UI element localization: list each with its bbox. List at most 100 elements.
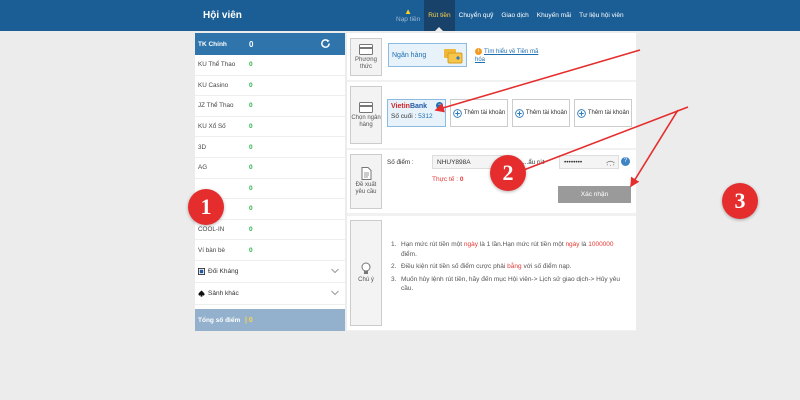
wallet-label: KU Casino [198, 81, 229, 89]
add-account-button[interactable]: Thêm tài khoản [574, 99, 632, 127]
request-side-label: Đề xuất yêu cầu [355, 182, 377, 195]
notes-side: Chú ý [350, 220, 382, 326]
lightbulb-icon [361, 262, 371, 274]
note-text: Muốn hủy lệnh rút tiền, hãy đến mục Hội … [401, 275, 620, 293]
wallet-value: 0 [249, 226, 253, 234]
warning-icon: ▲ [404, 7, 413, 16]
bank-method-button[interactable]: Ngân hàng [388, 43, 467, 67]
help-icon[interactable]: ? [621, 157, 630, 166]
arrow-to-confirm [630, 109, 679, 188]
note-number: 2. [391, 263, 397, 270]
wallet-sidebar: TK Chính 0 KU Thể Thao 0 KU Casino 0 JZ Th… [195, 33, 345, 331]
wallet-label: KU Thể Thao [198, 61, 236, 69]
note-number: 1. [391, 241, 397, 248]
wallet-row[interactable]: JZ Thể Thao 0 [195, 96, 345, 117]
wallet-label: KU Xổ Số [198, 123, 226, 131]
tab-transfer-label: Chuyển quỹ [458, 12, 494, 19]
tab-transfer[interactable]: Chuyển quỹ [455, 0, 498, 31]
wallet-row[interactable]: Ví bàn bè 0 [195, 240, 345, 261]
wallet-icon [444, 49, 463, 64]
tab-deposit-label: Nạp tiền [396, 16, 421, 23]
note-item: 3. Muốn hủy lệnh rút tiền, hãy đến mục H… [391, 275, 631, 294]
bank-select-side: Chọn ngân hàng [350, 86, 382, 144]
wallet-row[interactable]: KU Thể Thao 0 [195, 55, 345, 76]
notes-list: 1. Hạn mức rút tiền một ngày là 1 lần.Hạ… [391, 240, 631, 297]
tab-member-profile-label: Tư liệu hội viên [579, 12, 624, 19]
method-side-label: Phương thức [355, 56, 377, 70]
request-side: Đề xuất yêu cầu [350, 154, 382, 209]
bank-select-side-label: Chọn ngân hàng [351, 114, 381, 128]
main-account-row: TK Chính 0 [195, 33, 345, 55]
document-icon [361, 167, 371, 180]
chevron-down-icon[interactable] [331, 268, 339, 274]
add-account-button[interactable]: Thêm tài khoản [512, 99, 570, 127]
real-amount-label: Thực tế : [432, 176, 459, 183]
note-text: Điều kiện rút tiền số điểm cược phải bằn… [401, 263, 572, 270]
group-versus-label: Đối Kháng [208, 267, 239, 275]
tab-member-profile[interactable]: Tư liệu hội viên [575, 0, 627, 31]
wallet-row[interactable]: KU Xổ Số 0 [195, 117, 345, 138]
add-account-button[interactable]: Thêm tài khoản [450, 99, 508, 127]
total-points-value: | 0 [245, 316, 253, 324]
confirm-button[interactable]: Xác nhận [558, 186, 631, 203]
total-points-row: Tổng số điểm | 0 [195, 309, 345, 331]
wallet-value: 0 [249, 102, 253, 110]
account-tail: Số cuối : 5312 [391, 113, 433, 120]
password-label: ...ẩu rút [523, 159, 545, 166]
note-item: 2. Điều kiện rút tiền số điểm cược phải … [391, 262, 631, 272]
withdraw-password-input[interactable]: •••••••• [559, 155, 619, 169]
note-item: 1. Hạn mức rút tiền một ngày là 1 lần.Hạ… [391, 240, 631, 259]
tab-withdraw[interactable]: Rút tiền [424, 0, 455, 31]
step-marker-2: 2 [490, 155, 526, 191]
wallet-label: 3D [198, 143, 207, 151]
group-other-lobby[interactable]: Sảnh khác [195, 283, 345, 305]
bank-method-label: Ngân hàng [392, 51, 427, 59]
wallet-value: 0 [249, 81, 253, 89]
group-versus[interactable]: Đối Kháng [195, 261, 345, 283]
wallet-row[interactable]: AG 0 [195, 158, 345, 179]
wallet-row[interactable]: COOL-IN 0 [195, 220, 345, 241]
real-amount: Thực tế : 0 [432, 176, 463, 183]
wallet-label: COOL-IN [198, 226, 225, 234]
top-bar: Hội viên ▲ Nạp tiền Rút tiền Chuyển quỹ … [0, 0, 800, 31]
refresh-icon[interactable] [320, 38, 331, 49]
method-section: Phương thức Ngân hàng i Tìm hiểu về Tiền … [347, 33, 636, 80]
chevron-down-icon[interactable] [331, 290, 339, 296]
info-icon: i [475, 48, 482, 55]
wallet-value: 0 [249, 123, 253, 131]
crypto-info-link[interactable]: i Tìm hiểu về Tiền mã hóa [475, 48, 545, 64]
page-title: Hội viên [203, 10, 242, 21]
vietinbank-logo: VietinBank [391, 103, 428, 110]
points-label: Số điểm : [387, 159, 414, 166]
method-side: Phương thức [350, 38, 382, 76]
wallet-row[interactable]: 3D 0 [195, 137, 345, 158]
real-amount-value: 0 [459, 176, 464, 183]
tab-promotions-label: Khuyến mãi [536, 12, 572, 19]
selected-bank-card[interactable]: VietinBank Số cuối : 5312 − [387, 99, 446, 127]
add-account-label: Thêm tài khoản [463, 110, 506, 116]
note-number: 3. [391, 275, 397, 283]
crypto-info-label: Tìm hiểu về Tiền mã hóa [475, 49, 539, 63]
wallet-row[interactable]: KU Casino 0 [195, 76, 345, 97]
spade-icon [198, 290, 205, 297]
add-account-label: Thêm tài khoản [525, 110, 568, 116]
wallet-value: 0 [249, 143, 253, 151]
add-account-label: Thêm tài khoản [587, 110, 630, 116]
main-account-value: 0 [249, 39, 254, 49]
tab-withdraw-label: Rút tiền [428, 12, 451, 19]
tab-deposit[interactable]: ▲ Nạp tiền [392, 0, 424, 31]
wallet-value: 0 [249, 184, 253, 192]
plus-icon [576, 108, 586, 118]
tab-transactions[interactable]: Giao dịch [497, 0, 532, 31]
wallet-value: 0 [249, 246, 253, 254]
password-value: •••••••• [564, 158, 583, 166]
step-marker-1: 1 [188, 189, 224, 225]
notes-side-label: Chú ý [358, 277, 374, 283]
wallet-value: 0 [249, 164, 253, 172]
wallet-label: Ví bàn bè [198, 246, 225, 254]
tab-transactions-label: Giao dịch [501, 12, 529, 19]
tab-promotions[interactable]: Khuyến mãi [533, 0, 575, 31]
remove-icon[interactable]: − [436, 102, 443, 109]
wallet-value: 0 [249, 205, 253, 213]
eye-icon[interactable] [606, 160, 615, 166]
